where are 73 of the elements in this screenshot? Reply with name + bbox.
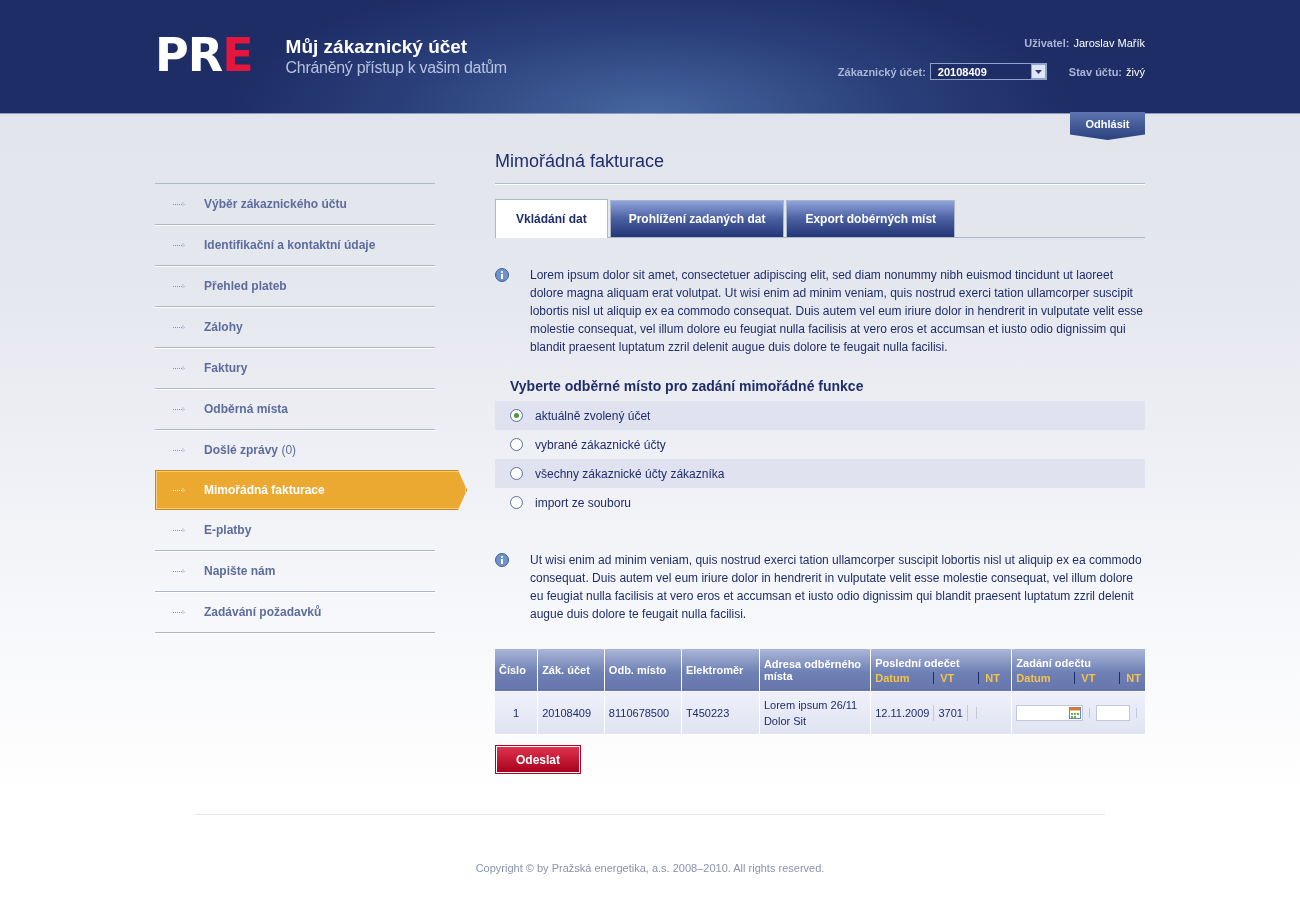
table-cell: 12.11.2009 bbox=[875, 705, 935, 721]
info-icon bbox=[495, 553, 509, 567]
input-field[interactable] bbox=[1096, 705, 1131, 721]
subcolumn-header: NT bbox=[1119, 671, 1141, 684]
sidebar-item[interactable]: Identifikační a kontaktní údaje bbox=[155, 225, 435, 266]
dotted-arrow-icon bbox=[173, 447, 185, 453]
table-cell: 3701 bbox=[934, 705, 968, 721]
subcolumn-header: Datum bbox=[1016, 671, 1052, 684]
tab[interactable]: Prohlížení zadaných dat bbox=[609, 200, 785, 237]
table-cell: 20108409 bbox=[537, 691, 605, 735]
status-value: živý bbox=[1126, 65, 1145, 78]
dropdown-caret-icon bbox=[1030, 64, 1046, 79]
dotted-arrow-icon bbox=[173, 568, 185, 574]
column-header: Odb. místo bbox=[604, 649, 682, 692]
logo: PRE bbox=[155, 32, 253, 78]
column-header: Zák. účet bbox=[537, 649, 605, 692]
info-text: Ut wisi enim ad minim veniam, quis nostrud exerci tation ullamcorper suscipit lobortis nisl ut aliquip ex ea commodo consequat. Duis autem vel eum iriure dolor in hendrerit in vulputate velit esse molestie consequat, vel illum dolore eu feugiat nulla facilisis at vero eros et accumsan et iusto odio dignissim qui blandit praesent luptatum zzril delenit augue duis dolore te feugait nulla facilisi. bbox=[530, 552, 1143, 623]
subcolumn-header: VT bbox=[933, 671, 979, 684]
column-header: Elektroměr bbox=[681, 649, 760, 692]
radio-button[interactable] bbox=[510, 438, 523, 451]
logout-button[interactable]: Odhlásit bbox=[1070, 112, 1145, 140]
radio-button[interactable] bbox=[510, 409, 523, 422]
account-select[interactable]: 20108409 bbox=[929, 63, 1047, 80]
sidebar-item[interactable]: Napište nám bbox=[155, 551, 435, 592]
user-label: Uživatel: bbox=[1024, 37, 1070, 49]
sidebar-item[interactable]: Přehled plateb bbox=[155, 266, 435, 307]
sidebar-item[interactable]: E-platby bbox=[155, 510, 435, 551]
column-header: Zadání odečtu bbox=[1016, 656, 1092, 669]
account-label: Zákaznický účet: bbox=[837, 65, 926, 78]
dotted-arrow-icon bbox=[173, 487, 185, 493]
sidebar-item[interactable]: Výběr zákaznického účtu bbox=[155, 184, 435, 225]
calendar-icon[interactable] bbox=[1069, 707, 1082, 719]
date-field[interactable] bbox=[1016, 705, 1084, 721]
subcolumn-header: Datum bbox=[875, 671, 911, 684]
tab[interactable]: Export dobérných míst bbox=[786, 200, 956, 237]
radio-label[interactable]: vybrané zákaznické účty bbox=[535, 437, 666, 452]
sidebar-item[interactable]: Zálohy bbox=[155, 307, 435, 348]
dotted-arrow-icon bbox=[173, 527, 185, 533]
sidebar-item[interactable]: Faktury bbox=[155, 348, 435, 389]
radio-label[interactable]: všechny zákaznické účty zákazníka bbox=[535, 466, 725, 481]
app-subtitle: Chráněný přístup k vašim datům bbox=[285, 59, 507, 77]
table-cell: Lorem ipsum 26/11 Dolor Sit bbox=[759, 691, 871, 735]
section-heading: Vyberte odběrné místo pro zadání mimořádné funkce bbox=[510, 378, 865, 394]
dotted-arrow-icon bbox=[173, 365, 185, 371]
submit-button[interactable]: Odeslat bbox=[495, 745, 581, 774]
dotted-arrow-icon bbox=[173, 201, 185, 207]
sidebar-item[interactable]: Zadávání požadavků bbox=[155, 592, 435, 633]
subcolumn-header: VT bbox=[1074, 671, 1120, 684]
page-title: Mimořádná fakturace bbox=[495, 151, 1145, 184]
dotted-arrow-icon bbox=[173, 324, 185, 330]
column-header: Adresa odběrného místa bbox=[759, 649, 871, 692]
radio-label[interactable]: aktuálně zvolený účet bbox=[535, 408, 651, 423]
dotted-arrow-icon bbox=[173, 242, 185, 248]
table-cell: 1 bbox=[495, 691, 538, 735]
dotted-arrow-icon bbox=[173, 283, 185, 289]
column-header: Číslo bbox=[495, 649, 538, 692]
table-cell: T450223 bbox=[681, 691, 760, 735]
info-text: Lorem ipsum dolor sit amet, consectetuer adipiscing elit, sed diam nonummy nibh euismod tincidunt ut laoreet dolore magna aliquam erat volutpat. Ut wisi enim ad minim veniam, quis nostrud exerci tation ullamcorper suscipit lobortis nisl ut aliquip ex ea commodo consequat. Duis autem vel eum iriure dolor in hendrerit in vulputate velit esse molestie consequat, vel illum dolore eu feugiat nulla facilisis at vero eros et accumsan et iusto odio dignissim qui blandit praesent luptatum zzril delenit augue duis dolore te feugait nulla facilisi. bbox=[530, 267, 1144, 356]
tab[interactable]: Vkládání dat bbox=[495, 199, 608, 238]
radio-button[interactable] bbox=[510, 467, 523, 480]
radio-label[interactable]: import ze souboru bbox=[535, 495, 632, 510]
sidebar-item[interactable]: Odběrná místa bbox=[155, 389, 435, 430]
subcolumn-header: NT bbox=[978, 671, 1000, 684]
info-icon bbox=[495, 268, 509, 282]
user-name: Jaroslav Mařík bbox=[1073, 37, 1145, 49]
table-cell: 8110678500 bbox=[604, 691, 682, 735]
app-title: Můj zákaznický účet bbox=[285, 36, 469, 58]
radio-button[interactable] bbox=[510, 496, 523, 509]
column-header: Poslední odečet bbox=[875, 656, 961, 669]
status-label: Stav účtu: bbox=[1068, 65, 1123, 78]
dotted-arrow-icon bbox=[173, 609, 185, 615]
copyright-text: Copyright © by Pražská energetika, a.s. 2008–2010. All rights reserved. bbox=[475, 862, 825, 874]
dotted-arrow-icon bbox=[173, 406, 185, 412]
